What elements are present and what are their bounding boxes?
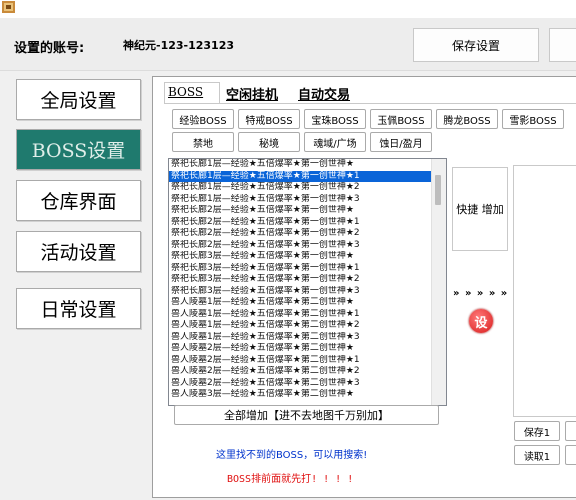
scrollbar-thumb[interactable] bbox=[435, 175, 441, 205]
nav-warehouse[interactable]: 仓库界面 bbox=[16, 180, 141, 221]
category-secret-realm-button[interactable]: 秘境 bbox=[238, 132, 300, 152]
category-soul-domain-button[interactable]: 魂域/广场 bbox=[304, 132, 366, 152]
selected-boss-list[interactable] bbox=[513, 165, 576, 417]
boss-list-items: 祭祀长廊1层—经验★五倍爆率★第一创世神★ 祭祀长廊1层—经验★五倍爆率★第一创世… bbox=[169, 159, 433, 401]
account-label: 设置的账号: bbox=[14, 41, 85, 56]
tab-boss[interactable]: BOSS bbox=[164, 82, 220, 104]
hint-not-found: 这里找不到的BOSS，可以用搜索! bbox=[216, 450, 368, 461]
nav-daily-settings[interactable]: 日常设置 bbox=[16, 288, 141, 329]
boss-list-item[interactable]: 祭祀长廊1层—经验★五倍爆率★第一创世神★1 bbox=[169, 170, 433, 182]
save1-button[interactable]: 保存1 bbox=[514, 421, 560, 441]
read1-button[interactable]: 读取1 bbox=[514, 445, 560, 465]
boss-list-item[interactable]: 祭祀长廊2层—经验★五倍爆率★第一创世神★1 bbox=[169, 217, 433, 229]
category-exp-boss-button[interactable]: 经验BOSS bbox=[172, 109, 234, 129]
account-value: 神纪元-123-123123 bbox=[123, 39, 235, 52]
nav-boss-settings[interactable]: BOSS设置 bbox=[16, 129, 141, 170]
boss-list-item[interactable]: 兽人陵墓2层—经验★五倍爆率★第二创世神★1 bbox=[169, 355, 433, 367]
save-settings-button[interactable]: 保存设置 bbox=[413, 28, 539, 62]
boss-list-item[interactable]: 兽人陵墓2层—经验★五倍爆率★第二创世神★3 bbox=[169, 378, 433, 390]
add-all-button[interactable]: 全部增加【进不去地图千万别加】 bbox=[174, 405, 439, 425]
list-scrollbar[interactable] bbox=[431, 159, 446, 405]
tab-auto-trade[interactable]: 自动交易 bbox=[298, 84, 350, 103]
boss-list-item[interactable]: 兽人陵墓1层—经验★五倍爆率★第二创世神★3 bbox=[169, 332, 433, 344]
title-bar bbox=[0, 0, 576, 18]
category-dragon-boss-button[interactable]: 腾龙BOSS bbox=[436, 109, 498, 129]
settings-badge-icon[interactable]: 设 bbox=[469, 309, 493, 333]
boss-list-item[interactable]: 祭祀长廊3层—经验★五倍爆率★第一创世神★ bbox=[169, 251, 433, 263]
boss-list-item[interactable]: 祭祀长廊1层—经验★五倍爆率★第一创世神★ bbox=[169, 159, 433, 171]
nav-activity-settings[interactable]: 活动设置 bbox=[16, 231, 141, 272]
nav-global-settings[interactable]: 全局设置 bbox=[16, 79, 141, 120]
category-jade-boss-button[interactable]: 玉佩BOSS bbox=[370, 109, 432, 129]
boss-list-item[interactable]: 兽人陵墓1层—经验★五倍爆率★第二创世神★1 bbox=[169, 309, 433, 321]
quick-add-button[interactable]: 快捷 增加 bbox=[452, 167, 508, 251]
transfer-arrows: » » » » » bbox=[453, 288, 509, 299]
boss-list-item[interactable]: 祭祀长廊3层—经验★五倍爆率★第一创世神★3 bbox=[169, 286, 433, 298]
boss-list-item[interactable]: 兽人陵墓3层—经验★五倍爆率★第二创世神★ bbox=[169, 389, 433, 401]
category-pearl-boss-button[interactable]: 宝珠BOSS bbox=[304, 109, 366, 129]
boss-list-item[interactable]: 兽人陵墓2层—经验★五倍爆率★第二创世神★ bbox=[169, 343, 433, 355]
category-snow-boss-button[interactable]: 雪影BOSS bbox=[502, 109, 564, 129]
boss-list-item[interactable]: 祭祀长廊1层—经验★五倍爆率★第一创世神★3 bbox=[169, 194, 433, 206]
boss-list-item[interactable]: 祭祀长廊3层—经验★五倍爆率★第一创世神★2 bbox=[169, 274, 433, 286]
tab-divider bbox=[164, 103, 576, 104]
header-extra-button[interactable] bbox=[549, 28, 576, 62]
boss-list-item[interactable]: 兽人陵墓2层—经验★五倍爆率★第二创世神★2 bbox=[169, 366, 433, 378]
app-icon bbox=[2, 1, 15, 13]
boss-list-item[interactable]: 祭祀长廊2层—经验★五倍爆率★第一创世神★3 bbox=[169, 240, 433, 252]
category-eclipse-button[interactable]: 蚀日/盈月 bbox=[370, 132, 432, 152]
side-extra-button-2[interactable] bbox=[565, 445, 576, 465]
tab-idle[interactable]: 空闲挂机 bbox=[226, 84, 278, 103]
boss-list-item[interactable]: 兽人陵墓1层—经验★五倍爆率★第二创世神★ bbox=[169, 297, 433, 309]
hint-priority: BOSS排前面就先打! ! ! ! bbox=[227, 474, 354, 485]
boss-list-item[interactable]: 祭祀长廊2层—经验★五倍爆率★第一创世神★2 bbox=[169, 228, 433, 240]
side-extra-button-1[interactable] bbox=[565, 421, 576, 441]
category-ring-boss-button[interactable]: 特戒BOSS bbox=[238, 109, 300, 129]
boss-listbox[interactable]: 祭祀长廊1层—经验★五倍爆率★第一创世神★ 祭祀长廊1层—经验★五倍爆率★第一创世… bbox=[168, 158, 447, 406]
boss-list-item[interactable]: 祭祀长廊1层—经验★五倍爆率★第一创世神★2 bbox=[169, 182, 433, 194]
boss-list-item[interactable]: 祭祀长廊2层—经验★五倍爆率★第一创世神★ bbox=[169, 205, 433, 217]
boss-list-item[interactable]: 兽人陵墓1层—经验★五倍爆率★第二创世神★2 bbox=[169, 320, 433, 332]
boss-list-item[interactable]: 祭祀长廊3层—经验★五倍爆率★第一创世神★1 bbox=[169, 263, 433, 275]
category-forbidden-button[interactable]: 禁地 bbox=[172, 132, 234, 152]
